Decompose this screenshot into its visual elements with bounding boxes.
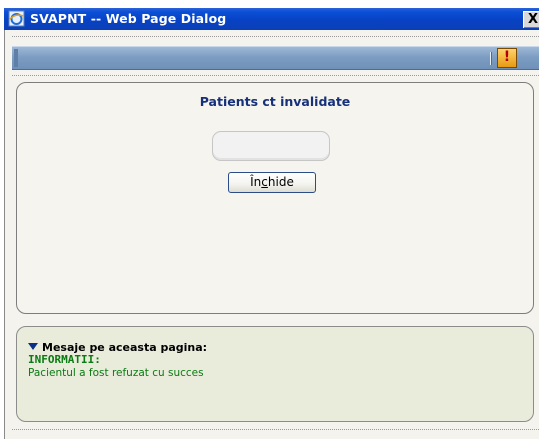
info-heading: INFORMATII: bbox=[28, 353, 101, 366]
close-window-button[interactable]: X bbox=[523, 11, 539, 28]
triangle-down-icon[interactable] bbox=[28, 343, 38, 350]
close-label-accelerator: c bbox=[261, 175, 268, 189]
divider bbox=[12, 75, 539, 76]
page-title: Patients ct invalidate bbox=[199, 94, 351, 109]
close-dialog-button[interactable]: Închide bbox=[228, 172, 316, 193]
toolbar-separator bbox=[490, 52, 491, 65]
close-label-end: hide bbox=[267, 175, 294, 189]
alert-glyph: ! bbox=[503, 49, 511, 65]
toolbar-grip bbox=[14, 49, 18, 67]
screen: SVAPNT -- Web Page Dialog X ! Patients c… bbox=[0, 0, 539, 439]
main-panel: Patients ct invalidate Închide bbox=[16, 82, 534, 314]
info-message: Pacientul a fost refuzat cu succes bbox=[28, 367, 204, 379]
close-icon: X bbox=[528, 12, 539, 27]
window-title: SVAPNT -- Web Page Dialog bbox=[30, 11, 227, 26]
value-field bbox=[212, 131, 330, 161]
messages-panel: Mesaje pe aceasta pagina: INFORMATII: Pa… bbox=[16, 326, 534, 422]
divider bbox=[12, 429, 539, 430]
title-bar[interactable]: SVAPNT -- Web Page Dialog X bbox=[4, 8, 539, 30]
divider bbox=[12, 36, 539, 37]
exclamation-icon[interactable]: ! bbox=[497, 48, 517, 68]
dialog-window: SVAPNT -- Web Page Dialog X ! Patients c… bbox=[4, 8, 539, 439]
close-label-start: În bbox=[250, 175, 262, 189]
toolbar: ! bbox=[12, 46, 539, 70]
ie-page-icon bbox=[8, 10, 25, 27]
